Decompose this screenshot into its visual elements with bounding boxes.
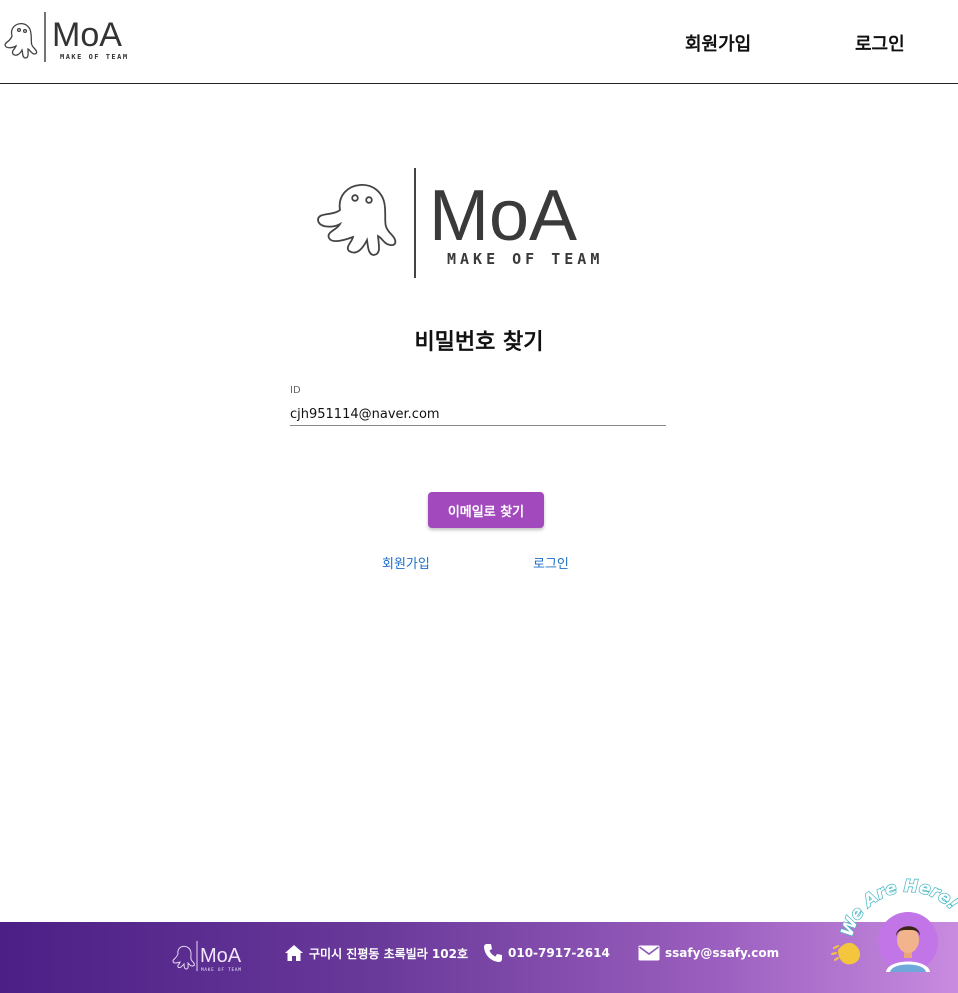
header-logo-tagline: MAKE OF TEAM <box>60 53 129 61</box>
header: MoA MAKE OF TEAM 회원가입 로그인 <box>0 0 958 84</box>
main-logo: MoA MAKE OF TEAM <box>317 168 603 278</box>
id-input[interactable] <box>290 403 666 426</box>
home-icon <box>285 945 303 961</box>
page-title: 비밀번호 찾기 <box>414 330 544 355</box>
nav-signup-link[interactable]: 회원가입 <box>685 30 751 56</box>
footer-email: ssafy@ssafy.com <box>638 942 779 964</box>
find-by-email-button[interactable]: 이메일로 찾기 <box>428 492 544 528</box>
id-field-label: ID <box>290 385 301 396</box>
id-field: ID <box>290 385 666 429</box>
avatar-icon <box>878 912 938 972</box>
footer-phone-text: 010-7917-2614 <box>508 946 610 960</box>
footer-logo-text: MoA <box>200 945 242 967</box>
footer-logo-tagline: MAKE OF TEAM <box>201 967 242 973</box>
octopus-icon <box>4 23 38 59</box>
main-logo-tagline: MAKE OF TEAM <box>447 250 603 268</box>
header-logo-text: MoA <box>52 16 122 54</box>
mail-icon <box>638 945 660 961</box>
octopus-icon <box>317 184 397 256</box>
main-logo-text: MoA <box>429 176 577 256</box>
nav-login-link[interactable]: 로그인 <box>855 30 905 56</box>
octopus-icon <box>172 945 195 970</box>
waving-hand-icon <box>831 942 860 965</box>
footer: MoA MAKE OF TEAM 구미시 진평동 초록빌라 102호 010-7… <box>0 922 958 993</box>
login-link[interactable]: 로그인 <box>533 553 569 572</box>
footer-address: 구미시 진평동 초록빌라 102호 <box>284 942 468 964</box>
phone-icon <box>484 944 502 962</box>
page: MoA MAKE OF TEAM 회원가입 로그인 MoA MAKE OF TE… <box>0 0 958 993</box>
footer-logo: MoA MAKE OF TEAM <box>172 941 242 973</box>
footer-phone: 010-7917-2614 <box>483 942 610 964</box>
footer-email-text: ssafy@ssafy.com <box>665 946 780 960</box>
chat-widget[interactable]: We Are Here! <box>830 878 958 976</box>
header-logo[interactable]: MoA MAKE OF TEAM <box>0 6 140 66</box>
signup-link[interactable]: 회원가입 <box>382 553 430 572</box>
footer-address-text: 구미시 진평동 초록빌라 102호 <box>309 946 469 961</box>
